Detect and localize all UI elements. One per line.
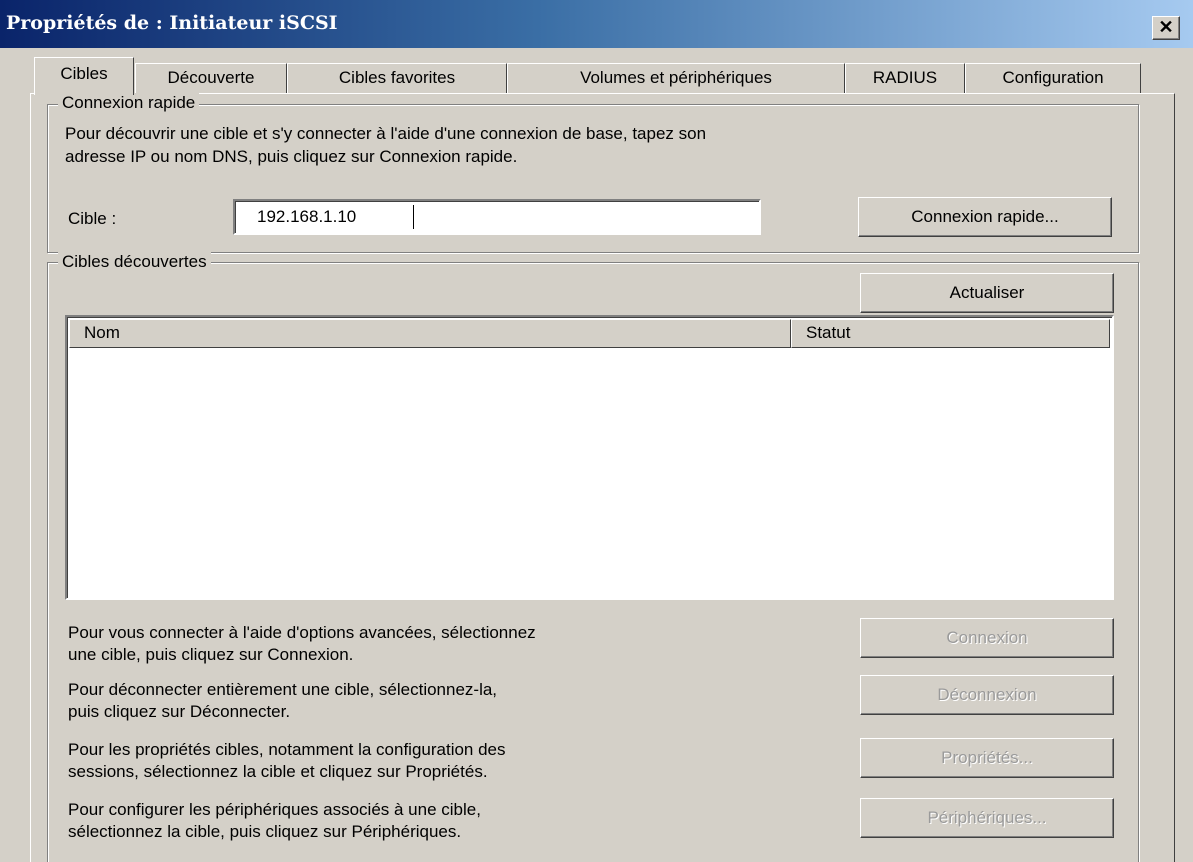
target-input[interactable] xyxy=(233,199,761,235)
quick-connect-legend: Connexion rapide xyxy=(58,93,200,113)
properties-description-line1: Pour les propriétés cibles, notamment la… xyxy=(68,740,506,759)
devices-description-line2: sélectionnez la cible, puis cliquez sur … xyxy=(68,822,462,841)
tab-decouverte[interactable]: Découverte xyxy=(135,63,287,93)
devices-button[interactable]: Périphériques... xyxy=(860,798,1114,838)
quick-connect-description-line1: Pour découvrir une cible et s'y connecte… xyxy=(65,124,707,143)
disconnect-button[interactable]: Déconnexion xyxy=(860,675,1114,715)
refresh-button[interactable]: Actualiser xyxy=(860,273,1114,313)
tab-cibles[interactable]: Cibles xyxy=(34,57,134,95)
connect-button[interactable]: Connexion xyxy=(860,618,1114,658)
disconnect-description-line2: puis cliquez sur Déconnecter. xyxy=(68,702,291,721)
properties-button[interactable]: Propriétés... xyxy=(860,738,1114,778)
window-title: Propriétés de : Initiateur iSCSI xyxy=(6,12,338,34)
target-label: Cible : xyxy=(68,209,117,228)
title-bar[interactable]: Propriétés de : Initiateur iSCSI ✕ xyxy=(0,0,1193,48)
properties-description-line2: sessions, sélectionnez la cible et cliqu… xyxy=(68,762,488,781)
tab-configuration[interactable]: Configuration xyxy=(965,63,1141,93)
properties-dialog: Propriétés de : Initiateur iSCSI ✕ Cible… xyxy=(0,0,1193,862)
discovered-targets-legend: Cibles découvertes xyxy=(58,252,211,272)
connect-description-line2: une cible, puis cliquez sur Connexion. xyxy=(68,645,354,664)
close-button[interactable]: ✕ xyxy=(1152,16,1180,40)
column-header-name[interactable]: Nom xyxy=(69,319,791,348)
close-icon: ✕ xyxy=(1158,17,1174,37)
tab-radius[interactable]: RADIUS xyxy=(845,63,965,93)
column-header-status[interactable]: Statut xyxy=(791,319,1110,348)
connect-description-line1: Pour vous connecter à l'aide d'options a… xyxy=(68,623,536,642)
quick-connect-button[interactable]: Connexion rapide... xyxy=(858,197,1112,237)
text-caret xyxy=(413,205,414,229)
disconnect-description-line1: Pour déconnecter entièrement une cible, … xyxy=(68,680,498,699)
tab-volumes-peripheriques[interactable]: Volumes et périphériques xyxy=(507,63,845,93)
quick-connect-description-line2: adresse IP ou nom DNS, puis cliquez sur … xyxy=(65,147,518,166)
tab-cibles-favorites[interactable]: Cibles favorites xyxy=(287,63,507,93)
targets-list[interactable]: Nom Statut xyxy=(65,315,1114,600)
devices-description-line1: Pour configurer les périphériques associ… xyxy=(68,800,481,819)
